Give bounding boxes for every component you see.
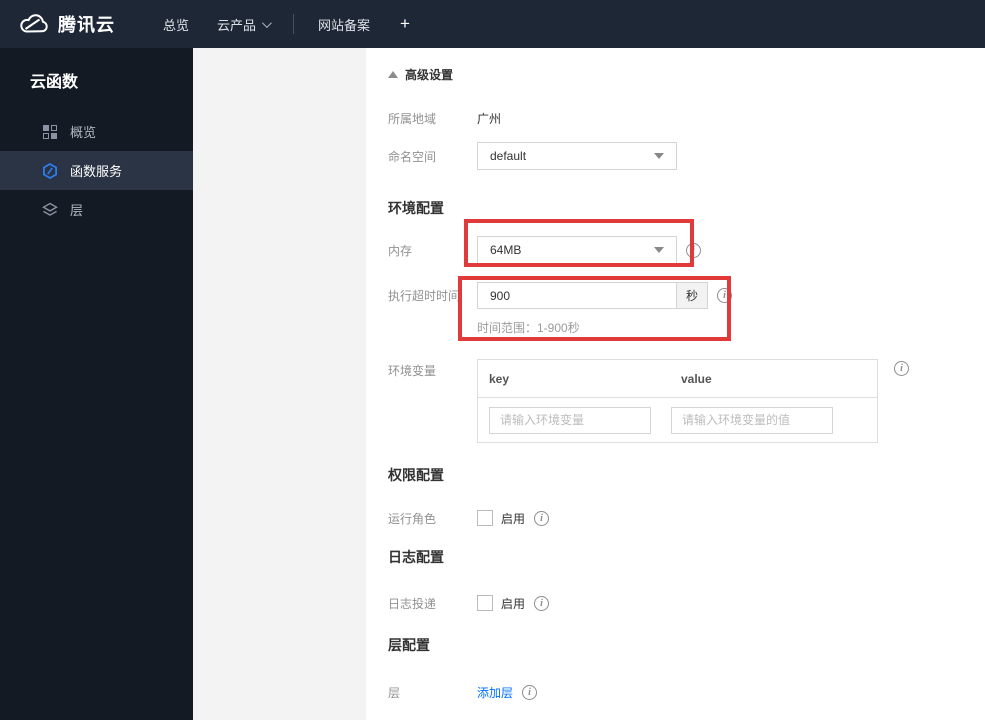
- nav-item-cloud-products-label: 云产品: [217, 17, 257, 33]
- section-log-config: 日志配置: [388, 549, 444, 565]
- sidebar-menu: 概览 函数服务 层: [0, 112, 193, 229]
- section-permission-config: 权限配置: [388, 467, 444, 483]
- layer-info-icon[interactable]: i: [522, 684, 538, 700]
- log-delivery-enable-label: 启用: [501, 596, 526, 611]
- sidebar-product-title: 云函数: [30, 74, 79, 91]
- log-delivery-row: 日志投递 启用 i: [388, 594, 550, 612]
- layers-icon: [42, 202, 58, 218]
- sidebar-item-overview[interactable]: 概览: [0, 112, 193, 151]
- log-delivery-info-icon[interactable]: i: [534, 595, 550, 611]
- run-role-enable-label: 启用: [501, 511, 526, 526]
- section-env-config: 环境配置: [388, 200, 444, 216]
- dropdown-caret-icon: [654, 153, 664, 159]
- timeout-label: 执行超时时间: [388, 289, 461, 303]
- sidebar: 云函数 概览 函数服务 层: [0, 48, 193, 720]
- function-icon: [42, 162, 58, 179]
- nav-divider: [293, 14, 295, 34]
- chevron-down-icon: [261, 17, 272, 28]
- memory-select[interactable]: 64MB: [477, 236, 677, 264]
- memory-info-icon[interactable]: i: [686, 242, 701, 258]
- timeout-info-icon[interactable]: i: [717, 288, 732, 303]
- log-delivery-enable-checkbox[interactable]: [477, 595, 493, 611]
- region-row: 所属地域 广州: [388, 106, 501, 130]
- grid-icon: [42, 124, 58, 140]
- memory-label: 内存: [388, 243, 413, 258]
- namespace-select[interactable]: default: [477, 142, 677, 170]
- log-delivery-label: 日志投递: [388, 596, 437, 611]
- dropdown-caret-icon: [654, 247, 664, 253]
- region-label: 所属地域: [388, 111, 437, 126]
- sidebar-item-overview-label: 概览: [70, 125, 97, 140]
- timeout-range-hint: 时间范围：1-900秒: [477, 321, 580, 335]
- env-key-column-header: key: [489, 371, 510, 386]
- namespace-row: 命名空间 default: [388, 142, 677, 170]
- timeout-input[interactable]: [477, 282, 677, 309]
- run-role-label: 运行角色: [388, 511, 437, 526]
- memory-row: 内存 64MB i: [388, 236, 701, 264]
- run-role-enable-checkbox[interactable]: [477, 510, 493, 526]
- nav-item-icp-filing[interactable]: 网站备案: [304, 0, 384, 48]
- topbar: 腾讯云 总览 云产品 网站备案 +: [0, 0, 985, 48]
- brand[interactable]: 腾讯云: [18, 11, 115, 37]
- function-config-form: 高级设置 所属地域 广州 命名空间 default 环境配置 内存 64MB i…: [366, 48, 985, 720]
- advanced-settings-label: 高级设置: [405, 68, 454, 82]
- tencent-cloud-logo-icon: [18, 12, 50, 36]
- timeout-unit-button[interactable]: 秒: [677, 282, 708, 309]
- sidebar-item-function-service[interactable]: 函数服务: [0, 151, 193, 190]
- nav-item-overview-label: 总览: [163, 17, 190, 33]
- brand-name: 腾讯云: [58, 15, 115, 35]
- nav-item-cloud-products[interactable]: 云产品: [203, 0, 283, 48]
- nav-item-overview[interactable]: 总览: [149, 0, 203, 48]
- env-vars-table-header: key value: [478, 360, 877, 398]
- secondary-panel: [193, 48, 366, 720]
- section-layer-config: 层配置: [388, 637, 430, 653]
- region-value: 广州: [477, 111, 502, 126]
- env-vars-info-icon[interactable]: i: [894, 361, 909, 376]
- env-vars-label: 环境变量: [388, 363, 437, 378]
- namespace-label: 命名空间: [388, 149, 437, 164]
- top-nav: 总览 云产品 网站备案 +: [149, 0, 426, 48]
- sidebar-item-layers-label: 层: [70, 203, 84, 218]
- sidebar-item-layers[interactable]: 层: [0, 190, 193, 229]
- add-nav-shortcut-button[interactable]: +: [384, 14, 426, 34]
- env-vars-label-row: 环境变量: [388, 362, 477, 378]
- nav-item-icp-filing-label: 网站备案: [318, 17, 371, 33]
- run-role-info-icon[interactable]: i: [534, 510, 550, 526]
- advanced-settings-toggle[interactable]: 高级设置: [388, 66, 453, 83]
- run-role-row: 运行角色 启用 i: [388, 509, 550, 527]
- memory-selected-value: 64MB: [490, 243, 522, 257]
- namespace-selected-value: default: [490, 149, 527, 163]
- env-value-input[interactable]: [671, 406, 833, 434]
- collapse-arrow-icon: [388, 71, 398, 78]
- env-value-column-header: value: [681, 371, 712, 386]
- env-vars-table-row: [478, 398, 877, 442]
- env-vars-table: key value: [477, 359, 878, 443]
- add-layer-link[interactable]: 添加层: [477, 684, 513, 701]
- timeout-row: 执行超时时间 秒 i: [388, 282, 732, 309]
- env-key-input[interactable]: [489, 406, 651, 434]
- layer-row: 层 添加层 i: [388, 682, 538, 702]
- layer-label: 层: [388, 685, 401, 700]
- sidebar-item-function-service-label: 函数服务: [70, 164, 123, 179]
